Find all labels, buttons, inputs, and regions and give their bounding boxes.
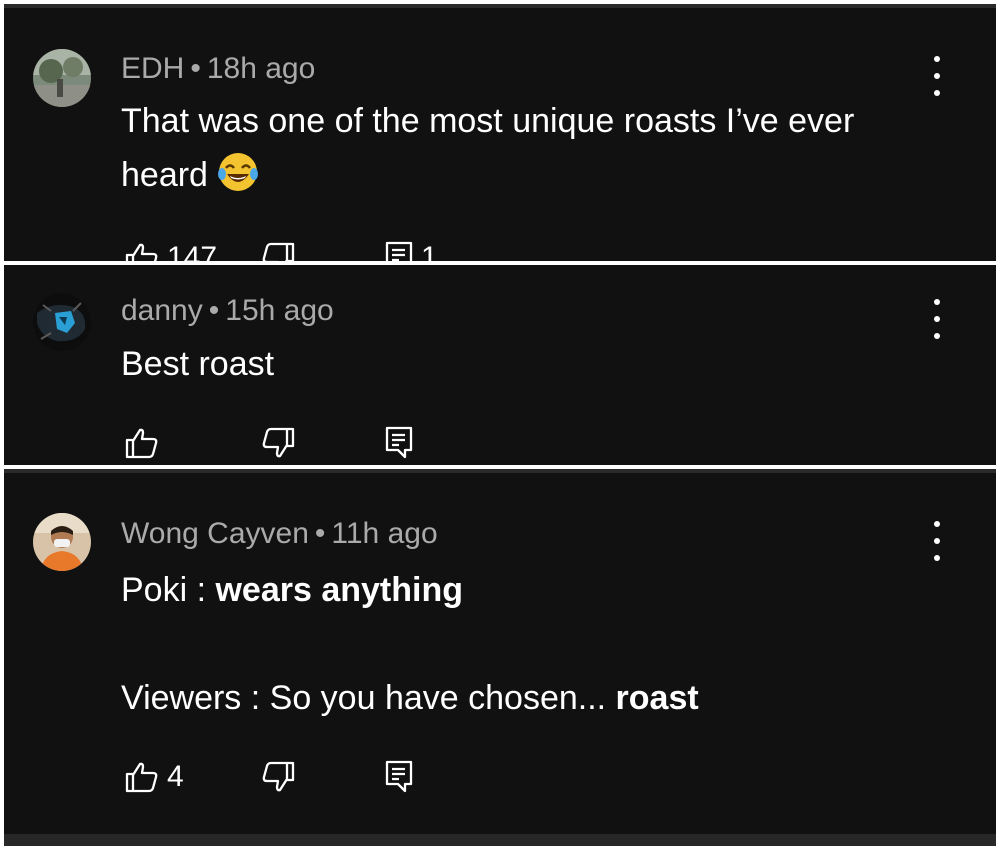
like-icon: [125, 762, 158, 793]
dislike-button[interactable]: [261, 425, 295, 461]
comment-wong-cayven: Wong Cayven • 11h ago Poki : wears anythin…: [4, 469, 996, 846]
author-name[interactable]: EDH: [121, 52, 184, 85]
comment-text-fragment: Viewers : So you have chosen...: [121, 679, 616, 717]
more-options-icon[interactable]: [930, 56, 944, 96]
comment-meta: danny • 15h ago: [121, 294, 334, 328]
comment-text-line: That was one of the most unique roasts I…: [121, 102, 855, 140]
comment-text-fragment: heard: [121, 156, 208, 194]
meta-separator: •: [190, 52, 201, 85]
meta-separator: •: [208, 294, 220, 327]
more-options-icon[interactable]: [930, 521, 944, 561]
meta-separator: •: [314, 517, 326, 550]
comment-edh: EDH • 18h ago That was one of the most uni…: [4, 4, 996, 261]
author-name[interactable]: Wong Cayven: [121, 517, 309, 550]
dislike-icon: [262, 242, 295, 261]
more-options-icon[interactable]: [930, 299, 944, 339]
bottom-divider: [4, 834, 996, 846]
like-button[interactable]: [125, 425, 159, 461]
comment-actions: [121, 425, 521, 461]
like-count: 147: [167, 241, 218, 261]
comment-text-bold: wears anything: [215, 571, 463, 609]
dislike-button[interactable]: [261, 240, 295, 261]
reply-icon: [385, 426, 413, 459]
avatar[interactable]: [33, 293, 91, 351]
comment-meta: Wong Cayven • 11h ago: [121, 517, 438, 551]
dislike-button[interactable]: [261, 759, 295, 795]
like-count: 4: [167, 760, 184, 793]
like-button[interactable]: 4: [125, 759, 184, 795]
dislike-icon: [262, 761, 295, 792]
comment-text-fragment: Poki :: [121, 571, 216, 609]
comment-time[interactable]: 11h ago: [331, 517, 437, 550]
reply-button[interactable]: 1: [385, 240, 438, 261]
comment-actions: 147 1: [121, 240, 521, 261]
comment-text: That was one of the most unique roasts I…: [121, 94, 921, 202]
comment-text: Best roast: [121, 337, 921, 391]
like-icon: [125, 243, 158, 261]
like-button[interactable]: 147: [125, 240, 217, 261]
reply-button[interactable]: [385, 759, 413, 795]
comment-text-line: Viewers : So you have chosen... roast: [121, 671, 921, 725]
comment-meta: EDH • 18h ago: [121, 52, 315, 86]
comment-text-line: Poki : wears anything: [121, 563, 921, 617]
reply-button[interactable]: [385, 425, 413, 461]
comment-actions: 4: [121, 759, 521, 795]
comment-danny: danny • 15h ago Best roast: [4, 265, 996, 465]
avatar[interactable]: [33, 49, 91, 107]
comment-text-bold: roast: [615, 679, 699, 717]
dislike-icon: [262, 427, 295, 458]
reply-count: 1: [421, 241, 438, 261]
comment-time[interactable]: 15h ago: [225, 294, 333, 327]
face-with-tears-of-joy-icon: [216, 150, 260, 194]
comment-text-line: Best roast: [121, 345, 275, 383]
comment-text: Poki : wears anything Viewers : So you h…: [121, 563, 921, 725]
avatar[interactable]: [33, 513, 91, 571]
comment-text-line: heard: [121, 148, 921, 202]
author-name[interactable]: danny: [121, 294, 203, 327]
reply-icon: [385, 760, 413, 793]
comment-time[interactable]: 18h ago: [207, 52, 315, 85]
like-icon: [125, 428, 158, 459]
reply-icon: [385, 241, 413, 261]
